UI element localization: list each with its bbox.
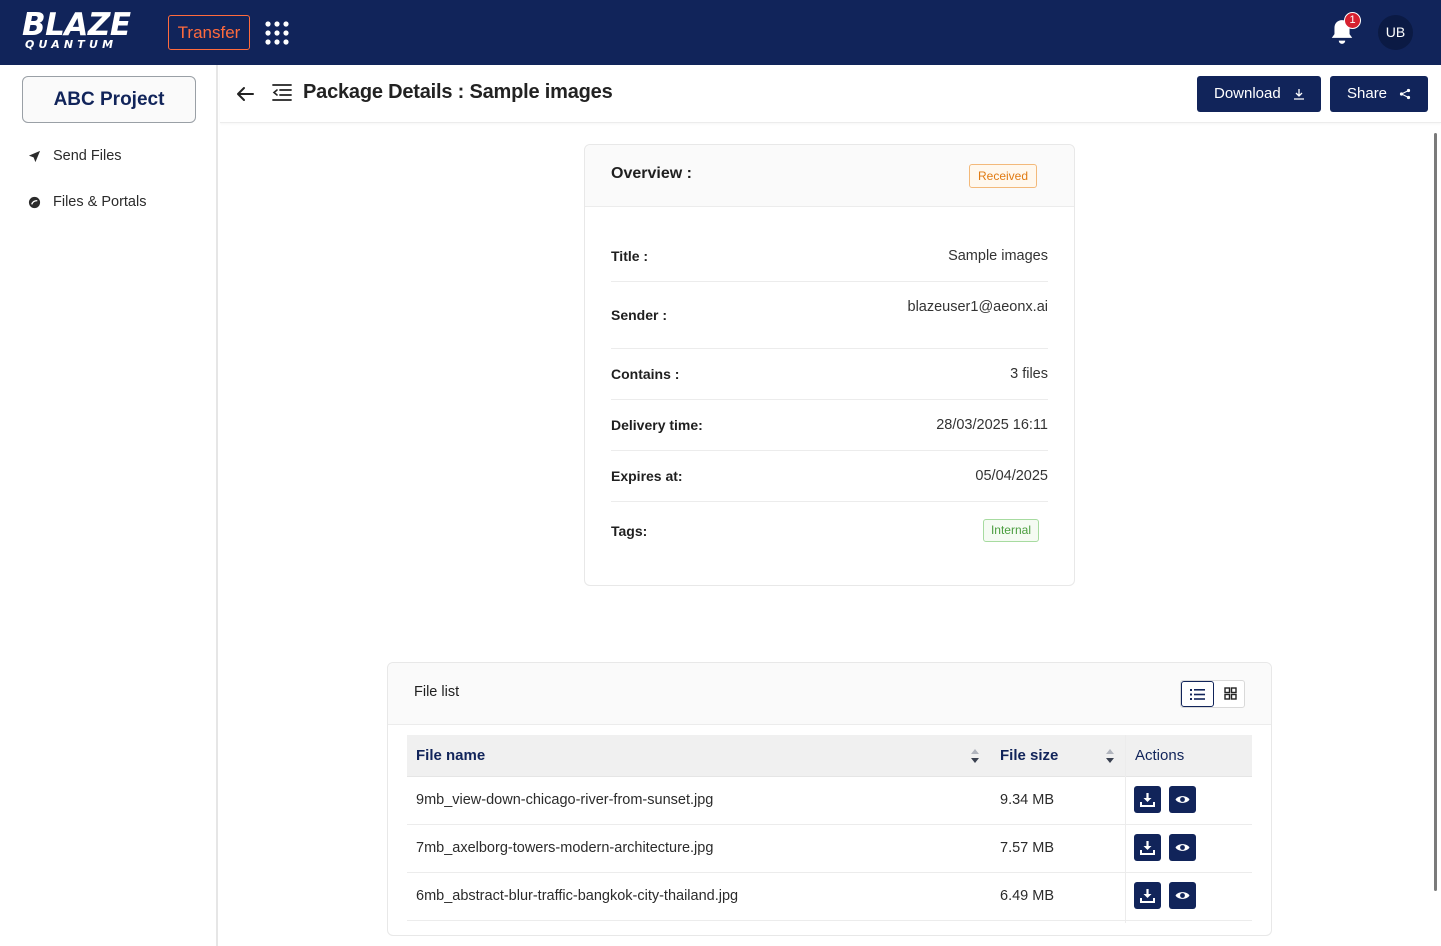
page-title: Package Details : Sample images xyxy=(303,81,613,103)
share-icon xyxy=(1399,88,1411,100)
download-file-button[interactable] xyxy=(1134,786,1161,813)
file-list-card: File list File name File size Actions 9m… xyxy=(387,662,1272,936)
table-row: 7mb_axelborg-towers-modern-architecture.… xyxy=(407,825,1252,873)
sidebar-item-files-portals[interactable]: Files & Portals xyxy=(28,192,146,212)
download-icon xyxy=(1293,89,1304,100)
detail-value: Sample images xyxy=(948,248,1048,264)
file-size: 9.34 MB xyxy=(1000,792,1054,808)
file-list-header: File list xyxy=(388,663,1271,725)
detail-key: Contains : xyxy=(611,366,680,382)
detail-key: Tags: xyxy=(611,523,648,539)
file-size: 7.57 MB xyxy=(1000,840,1054,856)
brand-sub: QUANTUM xyxy=(25,38,118,51)
collapse-menu-icon[interactable] xyxy=(271,82,293,104)
download-icon xyxy=(1140,889,1155,903)
file-size: 6.49 MB xyxy=(1000,888,1054,904)
download-file-button[interactable] xyxy=(1134,882,1161,909)
detail-row-title: Title : Sample images xyxy=(611,233,1048,282)
download-file-button[interactable] xyxy=(1134,834,1161,861)
file-name: 9mb_view-down-chicago-river-from-sunset.… xyxy=(416,792,714,808)
sidebar: ABC Project Send Files Files & Portals xyxy=(0,65,218,946)
detail-row-contains: Contains : 3 files xyxy=(611,349,1048,400)
notification-badge: 1 xyxy=(1344,12,1361,29)
overview-card: Overview : Received Title : Sample image… xyxy=(584,144,1075,586)
status-badge: Received xyxy=(969,164,1038,188)
preview-file-button[interactable] xyxy=(1169,834,1196,861)
column-header-actions: Actions xyxy=(1135,747,1185,764)
eye-icon xyxy=(1175,892,1190,899)
portal-icon xyxy=(28,196,41,208)
detail-value: blazeuser1@aeonx.ai xyxy=(907,299,1048,315)
table-row: 6mb_abstract-blur-traffic-bangkok-city-t… xyxy=(407,873,1252,921)
detail-key: Sender : xyxy=(611,307,668,323)
overview-title: Overview : xyxy=(611,165,692,182)
detail-row-delivery-time: Delivery time: 28/03/2025 16:11 xyxy=(611,400,1048,451)
column-header-file-name[interactable]: File name xyxy=(416,747,485,764)
brand-logo[interactable]: BLAZE QUANTUM xyxy=(22,8,148,54)
sort-icon[interactable] xyxy=(970,748,980,764)
detail-row-tags: Tags: Internal xyxy=(611,519,1048,545)
share-label: Share xyxy=(1347,85,1388,102)
list-view-button[interactable] xyxy=(1181,681,1214,707)
list-view-icon xyxy=(1190,689,1205,700)
project-selector-button[interactable]: ABC Project xyxy=(22,76,196,123)
back-arrow-icon[interactable] xyxy=(234,83,256,105)
detail-key: Expires at: xyxy=(611,468,683,484)
view-toggle xyxy=(1180,680,1245,708)
transfer-button[interactable]: Transfer xyxy=(168,15,250,50)
download-button[interactable]: Download xyxy=(1197,76,1321,112)
apps-grid-icon[interactable] xyxy=(264,20,290,46)
detail-key: Title : xyxy=(611,248,649,264)
eye-icon xyxy=(1175,796,1190,803)
preview-file-button[interactable] xyxy=(1169,882,1196,909)
preview-file-button[interactable] xyxy=(1169,786,1196,813)
sort-icon[interactable] xyxy=(1105,748,1115,764)
send-icon xyxy=(28,150,41,162)
table-row: 9mb_view-down-chicago-river-from-sunset.… xyxy=(407,777,1252,825)
sidebar-item-send-files[interactable]: Send Files xyxy=(28,146,122,166)
avatar[interactable]: UB xyxy=(1378,15,1413,50)
share-button[interactable]: Share xyxy=(1330,76,1428,112)
detail-row-sender: Sender : blazeuser1@aeonx.ai xyxy=(611,282,1048,349)
brand-name: BLAZE xyxy=(22,7,131,43)
sidebar-item-label: Files & Portals xyxy=(53,194,147,210)
download-icon xyxy=(1140,793,1155,807)
overview-header: Overview : Received xyxy=(585,145,1074,207)
detail-key: Delivery time: xyxy=(611,417,703,433)
file-list-title: File list xyxy=(414,684,460,700)
eye-icon xyxy=(1175,844,1190,851)
detail-value: 05/04/2025 xyxy=(975,468,1048,484)
tag-badge: Internal xyxy=(982,519,1039,542)
grid-view-icon xyxy=(1224,687,1237,700)
detail-value: 28/03/2025 16:11 xyxy=(936,417,1048,433)
detail-row-expires-at: Expires at: 05/04/2025 xyxy=(611,451,1048,502)
top-bar: BLAZE QUANTUM Transfer 1 UB xyxy=(0,0,1441,65)
column-header-file-size[interactable]: File size xyxy=(1000,747,1058,764)
sidebar-item-label: Send Files xyxy=(53,148,122,164)
page-header: Package Details : Sample images Download… xyxy=(220,65,1441,123)
scrollbar[interactable] xyxy=(1434,133,1437,891)
grid-view-button[interactable] xyxy=(1215,681,1245,707)
download-label: Download xyxy=(1214,85,1281,102)
detail-value: 3 files xyxy=(1010,366,1048,382)
file-name: 6mb_abstract-blur-traffic-bangkok-city-t… xyxy=(416,888,739,904)
file-name: 7mb_axelborg-towers-modern-architecture.… xyxy=(416,840,714,856)
download-icon xyxy=(1140,841,1155,855)
